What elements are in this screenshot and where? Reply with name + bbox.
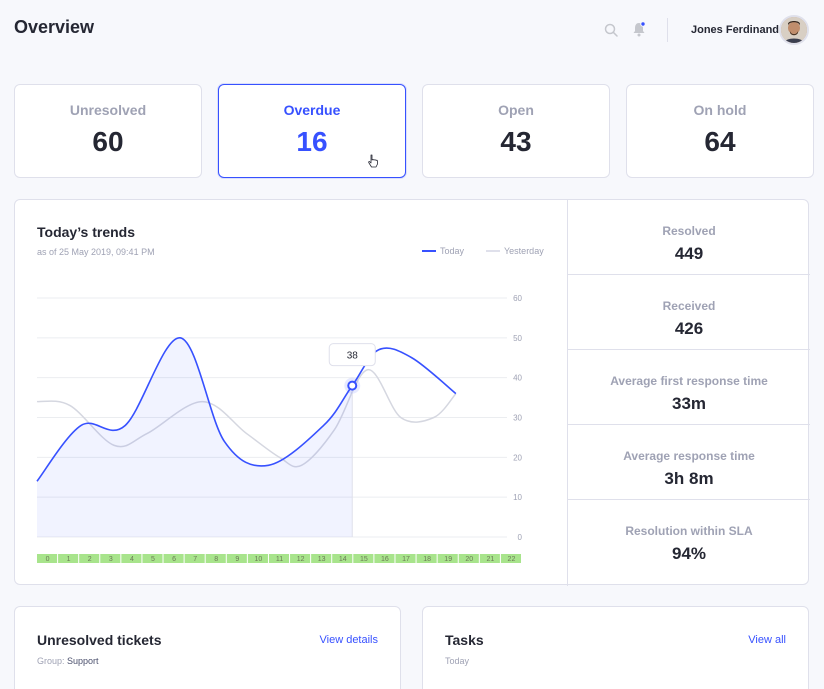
trends-title: Today’s trends <box>37 224 136 240</box>
search-icon[interactable] <box>604 23 618 37</box>
user-photo-icon <box>781 17 807 43</box>
group-label: Group: <box>37 656 65 666</box>
side-stat-value: 449 <box>674 244 704 263</box>
x-tick-label: 13 <box>318 556 326 563</box>
page-title: Overview <box>14 17 95 37</box>
trends-subtitle: as of 25 May 2019, 09:41 PM <box>37 247 155 257</box>
x-tick-label: 17 <box>402 556 410 563</box>
hand-cursor-icon <box>368 154 378 168</box>
x-tick-label: 14 <box>339 556 347 563</box>
side-stat-resolved: Resolved 449 <box>568 200 810 275</box>
header-divider <box>667 18 668 42</box>
x-tick-label: 12 <box>297 556 305 563</box>
y-tick-label: 60 <box>513 294 522 303</box>
x-tick-label: 5 <box>151 556 155 563</box>
side-stat-label: Resolved <box>662 224 716 238</box>
stat-value: 43 <box>500 126 532 157</box>
stat-label: Unresolved <box>69 102 147 118</box>
stat-card-on-hold[interactable]: On hold 64 <box>626 84 814 178</box>
stat-label: Overdue <box>283 102 341 118</box>
x-tick-label: 3 <box>109 556 113 563</box>
y-tick-label: 20 <box>513 453 522 462</box>
x-tick-label: 22 <box>508 556 516 563</box>
legend-yesterday-label: Yesterday <box>504 246 544 256</box>
tasks-sub: Today <box>445 656 470 666</box>
top-bar: Overview Jones Ferdinand <box>0 0 824 60</box>
legend-today-label: Today <box>440 246 465 256</box>
legend-today-swatch <box>422 250 436 252</box>
stat-label: On hold <box>693 102 747 118</box>
x-tick-label: 6 <box>172 556 176 563</box>
group-value: Support <box>67 656 99 666</box>
highlight-point <box>347 380 358 391</box>
side-stat-value: 94% <box>671 544 707 563</box>
view-details-link[interactable]: View details <box>320 634 379 646</box>
side-stat-sla: Resolution within SLA 94% <box>568 500 810 575</box>
side-stats: Resolved 449 Received 426 Average first … <box>567 200 810 586</box>
side-stat-avg-response: Average response time 3h 8m <box>568 425 810 500</box>
y-tick-label: 0 <box>518 533 523 542</box>
x-tick-label: 20 <box>465 556 473 563</box>
side-stat-label: Average first response time <box>610 374 768 388</box>
group-line: Group: Support <box>37 656 99 666</box>
x-tick-label: 4 <box>130 556 134 563</box>
x-tick-label: 16 <box>381 556 389 563</box>
legend-today: Today <box>422 246 464 256</box>
trends-panel: 0 10 20 30 40 50 60 38 0 1 2 3 4 5 6 7 8 9 10 11 12 13 14 15 16 1… <box>14 199 810 586</box>
bell-icon[interactable] <box>632 21 646 37</box>
side-stat-value: 426 <box>674 319 704 338</box>
trends-chart: 0102030405060380 1 2 3 4 5 6 7 8 9 10 11 12 13 14 15 16 1… <box>36 294 523 563</box>
stat-value: 60 <box>92 126 124 157</box>
stat-card-open[interactable]: Open 43 <box>422 84 610 178</box>
unresolved-tickets-card: Unresolved tickets View details Group: S… <box>14 606 401 689</box>
avatar[interactable] <box>779 15 809 45</box>
y-tick-label: 10 <box>513 493 522 502</box>
side-stat-received: Received 426 <box>568 275 810 350</box>
x-tick-label: 18 <box>423 556 431 563</box>
legend-yesterday-swatch <box>486 250 500 252</box>
legend-yesterday: Yesterday <box>486 246 544 256</box>
x-tick-label: 1 <box>67 556 71 563</box>
tasks-card: Tasks View all Today <box>422 606 809 689</box>
stat-value: 64 <box>704 126 736 157</box>
y-tick-label: 50 <box>513 334 522 343</box>
stat-label: Open <box>498 102 534 118</box>
x-tick-label: 2 <box>88 556 92 563</box>
x-tick-label: 11 <box>276 556 283 563</box>
x-tick-label: 10 <box>255 556 263 563</box>
unresolved-tickets-title: Unresolved tickets <box>37 632 162 648</box>
side-stat-label: Resolution within SLA <box>625 524 753 538</box>
view-all-link[interactable]: View all <box>748 634 786 646</box>
y-tick-label: 30 <box>513 414 522 423</box>
x-tick-label: 15 <box>360 556 368 563</box>
stat-card-unresolved[interactable]: Unresolved 60 <box>14 84 202 178</box>
tasks-title: Tasks <box>445 632 484 648</box>
y-tick-label: 40 <box>513 374 522 383</box>
side-stat-value: 33m <box>671 394 707 413</box>
x-tick-label: 8 <box>214 556 218 563</box>
side-stat-label: Average response time <box>623 449 755 463</box>
side-stat-avg-first-response: Average first response time 33m <box>568 350 810 425</box>
stat-card-overdue[interactable]: Overdue 16 <box>218 84 406 178</box>
x-tick-label: 0 <box>46 556 50 563</box>
user-name[interactable]: Jones Ferdinand <box>691 24 779 36</box>
x-tick-label: 9 <box>235 556 239 563</box>
x-tick-label: 21 <box>486 556 494 563</box>
x-tick-label: 19 <box>444 556 452 563</box>
tooltip-value: 38 <box>347 351 359 362</box>
side-stat-label: Received <box>662 299 716 313</box>
side-stat-value: 3h 8m <box>664 469 714 488</box>
x-tick-label: 7 <box>193 556 197 563</box>
series-today-area <box>37 337 353 537</box>
